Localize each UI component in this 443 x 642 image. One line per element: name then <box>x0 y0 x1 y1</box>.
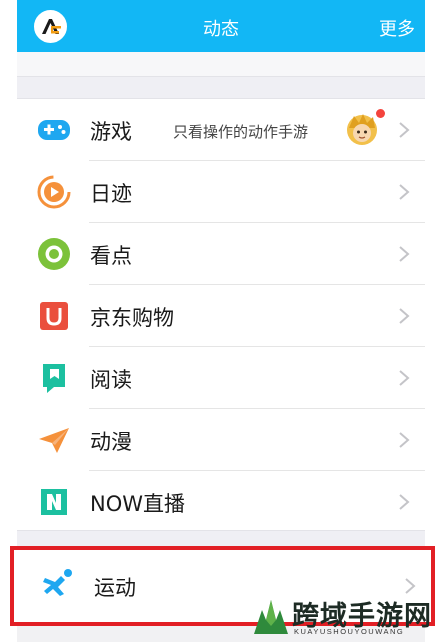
chevron-right-icon <box>399 494 410 510</box>
paper-plane-icon <box>39 428 69 453</box>
watermark-logo-icon <box>254 600 288 634</box>
header-bar: 动态 更多 <box>17 0 425 52</box>
list-item-game[interactable]: 游戏 只看操作的动作手游 <box>17 99 425 161</box>
list-item-label: NOW直播 <box>90 492 186 516</box>
daily-trace-icon <box>37 175 71 209</box>
chevron-right-icon <box>399 246 410 262</box>
top-band <box>17 52 425 76</box>
jd-shopping-icon <box>40 302 68 330</box>
chevron-right-icon <box>399 432 410 448</box>
watermark: 跨域手游网 KUAYUSHOUYOUWANG <box>252 592 442 642</box>
list-item-kandian[interactable]: 看点 <box>17 223 425 285</box>
list-item-label: 运动 <box>94 576 136 600</box>
chevron-right-icon <box>399 370 410 386</box>
bookmark-icon <box>43 364 65 393</box>
game-promo-text: 只看操作的动作手游 <box>173 123 309 141</box>
runner-icon <box>43 569 72 596</box>
list-item-now-live[interactable]: NOW直播 <box>17 471 425 533</box>
list-item-anime[interactable]: 动漫 <box>17 409 425 471</box>
more-button[interactable]: 更多 <box>379 15 415 41</box>
page-title: 动态 <box>203 19 239 40</box>
feature-list: 游戏 只看操作的动作手游 日迹 看点 京东购物 阅读 动漫 NOW直播 <box>17 98 425 531</box>
list-item-label: 动漫 <box>90 430 132 454</box>
section-separator <box>17 76 425 98</box>
list-item-label: 日迹 <box>90 182 132 206</box>
chevron-right-icon <box>399 308 410 324</box>
gamepad-icon <box>38 120 70 140</box>
eye-icon <box>38 238 70 270</box>
list-item-label: 看点 <box>90 244 132 268</box>
list-item-daily-trace[interactable]: 日迹 <box>17 161 425 223</box>
list-item-label: 阅读 <box>90 368 132 392</box>
list-item-label: 京东购物 <box>90 306 174 330</box>
game-character-icon <box>347 114 377 145</box>
list-item-jd[interactable]: 京东购物 <box>17 285 425 347</box>
notification-badge <box>376 109 385 118</box>
list-item-label: 游戏 <box>90 120 132 144</box>
list-item-reading[interactable]: 阅读 <box>17 347 425 409</box>
now-live-icon <box>41 489 67 515</box>
section-gap <box>17 531 425 546</box>
watermark-subtitle: KUAYUSHOUYOUWANG <box>294 627 405 636</box>
chevron-right-icon <box>399 122 410 138</box>
chevron-right-icon <box>399 184 410 200</box>
